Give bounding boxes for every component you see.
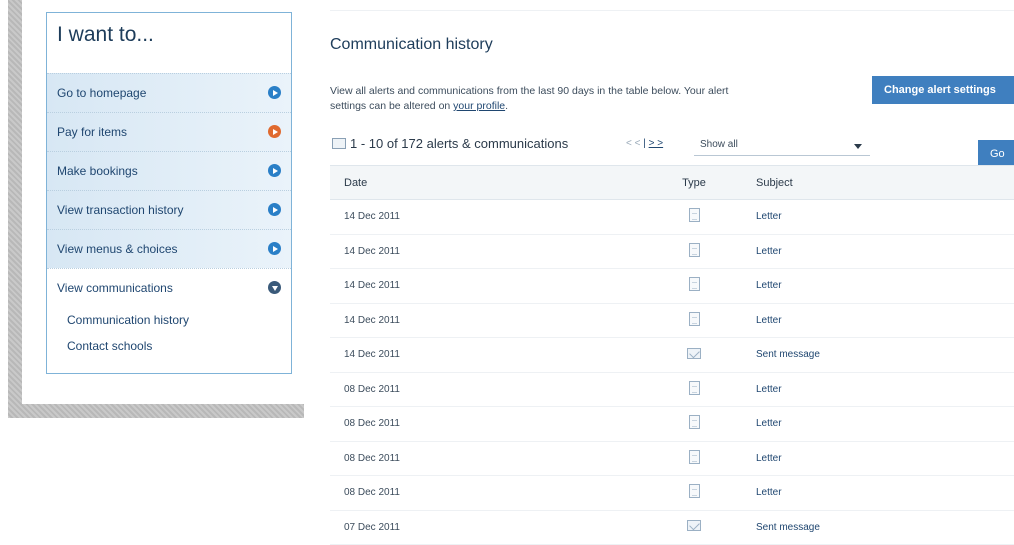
row-date: 14 Dec 2011 bbox=[330, 211, 646, 222]
chevron-down-icon bbox=[854, 144, 862, 149]
row-type bbox=[646, 520, 742, 534]
row-subject-link[interactable]: Sent message bbox=[742, 522, 1014, 533]
arrow-right-icon bbox=[268, 86, 281, 99]
row-subject-link[interactable]: Letter bbox=[742, 384, 1014, 395]
row-type bbox=[646, 484, 742, 501]
table-body: 14 Dec 2011Letter14 Dec 2011Letter14 Dec… bbox=[330, 200, 1014, 545]
arrow-right-icon bbox=[268, 164, 281, 177]
table-header: Date Type Subject bbox=[330, 165, 1014, 200]
sidebar: I want to... Go to homepage Pay for item… bbox=[46, 12, 292, 374]
document-icon bbox=[689, 381, 700, 395]
document-icon bbox=[689, 243, 700, 257]
table-row[interactable]: 14 Dec 2011 Letter bbox=[330, 200, 1014, 235]
table-row[interactable]: 08 Dec 2011 Letter bbox=[330, 476, 1014, 511]
go-button[interactable]: Go bbox=[978, 140, 1014, 168]
profile-link[interactable]: your profile bbox=[453, 100, 505, 112]
table-row[interactable]: 14 Dec 2011 Sent message bbox=[330, 338, 1014, 373]
sidebar-item-communications[interactable]: View communications bbox=[47, 268, 291, 307]
print-icon[interactable] bbox=[332, 138, 346, 149]
row-date: 08 Dec 2011 bbox=[330, 384, 646, 395]
row-subject-link[interactable]: Letter bbox=[742, 418, 1014, 429]
sidebar-subitem-communication-history[interactable]: Communication history bbox=[47, 307, 291, 333]
message-icon bbox=[687, 520, 701, 531]
table-row[interactable]: 08 Dec 2011 Letter bbox=[330, 407, 1014, 442]
document-icon bbox=[689, 450, 700, 464]
sidebar-title: I want to... bbox=[47, 13, 291, 73]
row-type bbox=[646, 348, 742, 362]
sidebar-item-label: Make bookings bbox=[57, 164, 138, 178]
row-subject-link[interactable]: Letter bbox=[742, 487, 1014, 498]
filter-select[interactable]: Show all bbox=[694, 136, 870, 156]
document-icon bbox=[689, 415, 700, 429]
row-type bbox=[646, 208, 742, 225]
document-icon bbox=[689, 312, 700, 326]
intro-body: View all alerts and communications from … bbox=[330, 85, 728, 112]
table-row[interactable]: 07 Dec 2011 Sent message bbox=[330, 511, 1014, 545]
sidebar-subitem-contact-schools[interactable]: Contact schools bbox=[47, 333, 291, 359]
header-date[interactable]: Date bbox=[330, 177, 646, 189]
pager-prev-link[interactable]: < < bbox=[626, 138, 640, 149]
row-subject-link[interactable]: Letter bbox=[742, 453, 1014, 464]
row-type bbox=[646, 243, 742, 260]
row-subject-link[interactable]: Letter bbox=[742, 315, 1014, 326]
sidebar-item-label: View transaction history bbox=[57, 203, 184, 217]
row-date: 08 Dec 2011 bbox=[330, 487, 646, 498]
pager-row: 1 - 10 of 172 alerts & communications < … bbox=[330, 136, 1014, 156]
page-frame-bottom bbox=[8, 404, 304, 418]
row-subject-link[interactable]: Letter bbox=[742, 280, 1014, 291]
document-icon bbox=[689, 484, 700, 498]
sidebar-item-label: View communications bbox=[57, 281, 173, 295]
row-subject-link[interactable]: Letter bbox=[742, 211, 1014, 222]
change-alert-settings-button[interactable]: Change alert settings bbox=[872, 76, 1014, 104]
sidebar-item-bookings[interactable]: Make bookings bbox=[47, 151, 291, 190]
row-subject-link[interactable]: Sent message bbox=[742, 349, 1014, 360]
row-type bbox=[646, 312, 742, 329]
row-type bbox=[646, 381, 742, 398]
page-title: Communication history bbox=[330, 36, 493, 54]
pager-next-link[interactable]: > > bbox=[649, 138, 663, 149]
row-type bbox=[646, 450, 742, 467]
sidebar-item-pay[interactable]: Pay for items bbox=[47, 112, 291, 151]
arrow-right-icon bbox=[268, 242, 281, 255]
sidebar-item-label: View menus & choices bbox=[57, 242, 178, 256]
row-date: 08 Dec 2011 bbox=[330, 453, 646, 464]
pager-nav: < < | > > bbox=[626, 138, 663, 149]
row-date: 14 Dec 2011 bbox=[330, 349, 646, 360]
table-row[interactable]: 14 Dec 2011 Letter bbox=[330, 304, 1014, 339]
page-frame-left bbox=[8, 0, 22, 418]
pager-separator: | bbox=[643, 138, 646, 149]
top-divider bbox=[330, 10, 1014, 11]
row-date: 14 Dec 2011 bbox=[330, 315, 646, 326]
message-icon bbox=[687, 348, 701, 359]
intro-text: View all alerts and communications from … bbox=[330, 84, 750, 114]
communications-table: Date Type Subject 14 Dec 2011Letter14 De… bbox=[330, 165, 1014, 545]
table-row[interactable]: 14 Dec 2011 Letter bbox=[330, 269, 1014, 304]
row-date: 14 Dec 2011 bbox=[330, 280, 646, 291]
sidebar-item-label: Go to homepage bbox=[57, 86, 146, 100]
row-type bbox=[646, 277, 742, 294]
table-row[interactable]: 08 Dec 2011 Letter bbox=[330, 442, 1014, 477]
sidebar-item-label: Pay for items bbox=[57, 125, 127, 139]
document-icon bbox=[689, 277, 700, 291]
sidebar-item-menus[interactable]: View menus & choices bbox=[47, 229, 291, 268]
header-type[interactable]: Type bbox=[646, 177, 742, 189]
arrow-right-icon bbox=[268, 203, 281, 216]
row-date: 07 Dec 2011 bbox=[330, 522, 646, 533]
arrow-right-icon bbox=[268, 125, 281, 138]
arrow-down-icon bbox=[268, 281, 281, 294]
row-subject-link[interactable]: Letter bbox=[742, 246, 1014, 257]
document-icon bbox=[689, 208, 700, 222]
sidebar-item-homepage[interactable]: Go to homepage bbox=[47, 73, 291, 112]
row-date: 14 Dec 2011 bbox=[330, 246, 646, 257]
filter-selected-value: Show all bbox=[700, 139, 738, 150]
pager-summary: 1 - 10 of 172 alerts & communications bbox=[350, 136, 568, 151]
row-date: 08 Dec 2011 bbox=[330, 418, 646, 429]
sidebar-item-transactions[interactable]: View transaction history bbox=[47, 190, 291, 229]
table-row[interactable]: 08 Dec 2011 Letter bbox=[330, 373, 1014, 408]
row-type bbox=[646, 415, 742, 432]
intro-end: . bbox=[505, 100, 508, 112]
header-subject[interactable]: Subject bbox=[742, 177, 1014, 189]
table-row[interactable]: 14 Dec 2011 Letter bbox=[330, 235, 1014, 270]
